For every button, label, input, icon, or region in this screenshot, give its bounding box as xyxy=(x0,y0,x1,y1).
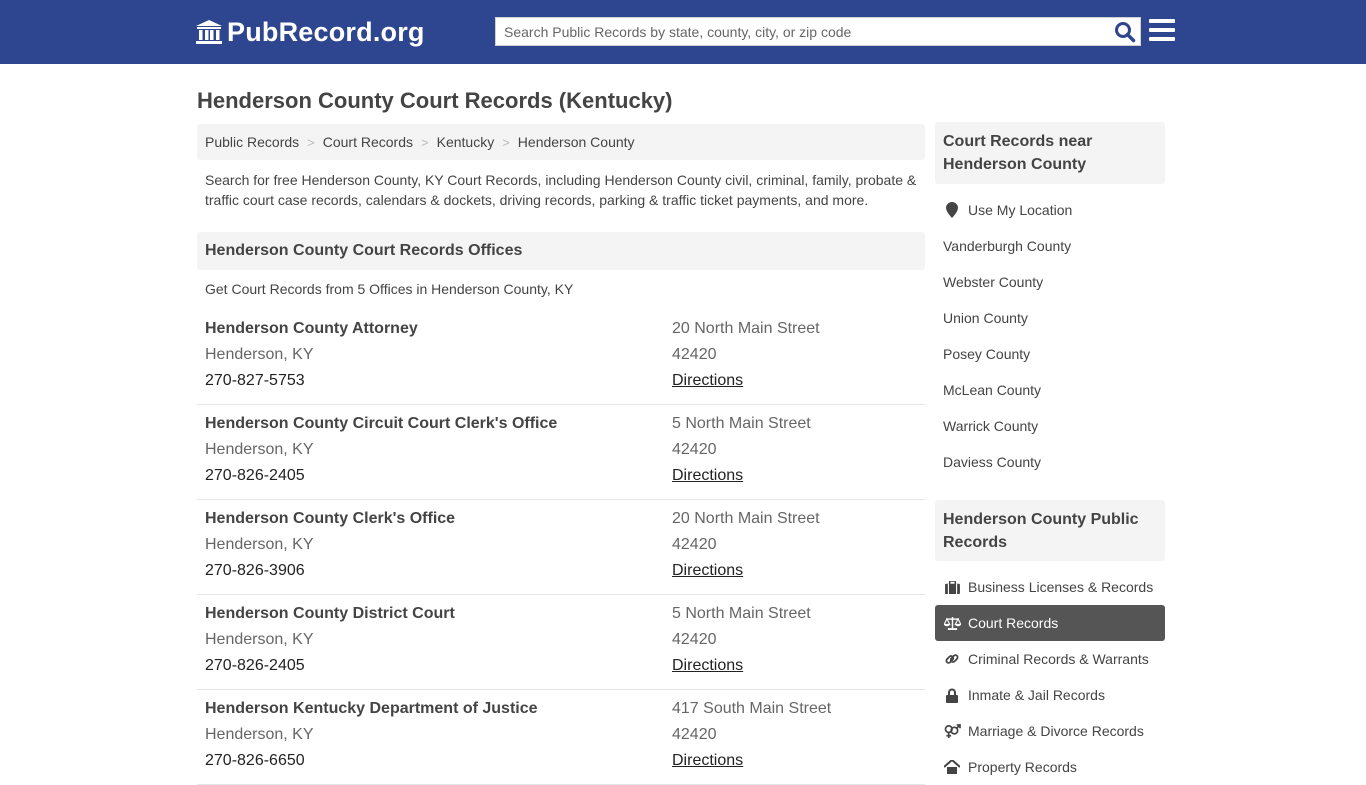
search-button[interactable] xyxy=(1114,21,1136,43)
office-city: Henderson, KY xyxy=(205,631,314,648)
breadcrumb-current: Henderson County xyxy=(517,134,635,150)
search-icon xyxy=(1115,22,1136,43)
nearby-county-link[interactable]: Webster County xyxy=(935,264,1165,300)
nearby-title: Court Records near Henderson County xyxy=(935,122,1165,184)
item-label: Marriage & Divorce Records xyxy=(968,723,1144,739)
public-records-property[interactable]: Property Records xyxy=(935,749,1165,785)
map-marker-icon xyxy=(943,202,961,218)
offices-section-title: Henderson County Court Records Offices xyxy=(197,232,925,270)
breadcrumb-court-records[interactable]: Court Records xyxy=(323,134,413,150)
public-records-marriage[interactable]: Marriage & Divorce Records xyxy=(935,713,1165,749)
menu-bar xyxy=(1149,37,1175,41)
logo-text: PubRecord.org xyxy=(227,16,425,47)
office-zip: 42420 xyxy=(672,536,717,553)
breadcrumb-public-records[interactable]: Public Records xyxy=(205,134,299,150)
nearby-county-link[interactable]: Warrick County xyxy=(935,408,1165,444)
nearby-county-link[interactable]: Daviess County xyxy=(935,444,1165,480)
top-navbar: PubRecord.org xyxy=(0,0,1366,64)
directions-link[interactable]: Directions xyxy=(672,752,743,770)
lock-icon xyxy=(943,687,961,703)
office-item: Henderson County Attorney Henderson, KY … xyxy=(197,310,925,405)
nearby-county-link[interactable]: McLean County xyxy=(935,372,1165,408)
item-label: Business Licenses & Records xyxy=(968,579,1154,595)
breadcrumb-separator: > xyxy=(307,134,315,150)
directions-link[interactable]: Directions xyxy=(672,372,743,390)
public-records-inmate[interactable]: Inmate & Jail Records xyxy=(935,677,1165,713)
office-address: 5 North Main Street xyxy=(672,605,811,622)
link-icon xyxy=(943,651,961,667)
menu-bar xyxy=(1149,28,1175,32)
office-name[interactable]: Henderson County District Court xyxy=(205,605,455,623)
home-icon xyxy=(943,759,961,775)
use-my-location-button[interactable]: Use My Location xyxy=(935,192,1165,228)
breadcrumb: Public Records > Court Records > Kentuck… xyxy=(197,124,925,160)
scales-icon xyxy=(943,615,961,631)
intro-text: Search for free Henderson County, KY Cou… xyxy=(205,172,917,208)
office-city: Henderson, KY xyxy=(205,441,314,458)
public-records-list: Business Licenses & Records Court Record… xyxy=(935,569,1165,785)
office-city: Henderson, KY xyxy=(205,536,314,553)
item-label: Criminal Records & Warrants xyxy=(968,651,1149,667)
search-input[interactable] xyxy=(496,18,1106,45)
briefcase-icon xyxy=(943,579,961,595)
offices-section-subtitle: Get Court Records from 5 Offices in Hend… xyxy=(205,281,574,297)
office-address: 20 North Main Street xyxy=(672,510,820,527)
office-item: Henderson County Circuit Court Clerk's O… xyxy=(197,405,925,500)
office-name[interactable]: Henderson County Attorney xyxy=(205,320,418,338)
nearby-county-link[interactable]: Union County xyxy=(935,300,1165,336)
nearby-list: Use My Location Vanderburgh County Webst… xyxy=(935,192,1165,480)
office-phone[interactable]: 270-827-5753 xyxy=(205,372,305,390)
nearby-county-link[interactable]: Posey County xyxy=(935,336,1165,372)
public-records-criminal[interactable]: Criminal Records & Warrants xyxy=(935,641,1165,677)
breadcrumb-kentucky[interactable]: Kentucky xyxy=(437,134,495,150)
directions-link[interactable]: Directions xyxy=(672,562,743,580)
nearby-county-link[interactable]: Vanderburgh County xyxy=(935,228,1165,264)
office-zip: 42420 xyxy=(672,346,717,363)
office-city: Henderson, KY xyxy=(205,346,314,363)
public-records-title: Henderson County Public Records xyxy=(935,500,1165,561)
menu-bar xyxy=(1149,19,1175,23)
office-item: Henderson County District Court Henderso… xyxy=(197,595,925,690)
breadcrumb-separator: > xyxy=(502,134,510,150)
public-records-court[interactable]: Court Records xyxy=(935,605,1165,641)
hamburger-menu-button[interactable] xyxy=(1149,19,1175,43)
office-phone[interactable]: 270-826-3906 xyxy=(205,562,305,580)
gender-icon xyxy=(943,723,961,739)
search-box xyxy=(495,17,1141,46)
office-zip: 42420 xyxy=(672,726,717,743)
public-records-business[interactable]: Business Licenses & Records xyxy=(935,569,1165,605)
office-name[interactable]: Henderson County Circuit Court Clerk's O… xyxy=(205,415,557,433)
office-address: 417 South Main Street xyxy=(672,700,832,717)
page-title: Henderson County Court Records (Kentucky… xyxy=(197,88,673,113)
site-logo[interactable]: PubRecord.org xyxy=(195,14,425,50)
office-name[interactable]: Henderson Kentucky Department of Justice xyxy=(205,700,538,718)
office-phone[interactable]: 270-826-6650 xyxy=(205,752,305,770)
directions-link[interactable]: Directions xyxy=(672,467,743,485)
item-label: Inmate & Jail Records xyxy=(968,687,1105,703)
office-item: Henderson County Clerk's Office Henderso… xyxy=(197,500,925,595)
offices-list: Henderson County Attorney Henderson, KY … xyxy=(197,310,925,785)
item-label: Court Records xyxy=(968,615,1059,631)
office-zip: 42420 xyxy=(672,441,717,458)
courthouse-icon xyxy=(196,20,222,44)
office-phone[interactable]: 270-826-2405 xyxy=(205,657,305,675)
use-my-location-label: Use My Location xyxy=(968,202,1073,218)
office-phone[interactable]: 270-826-2405 xyxy=(205,467,305,485)
office-address: 20 North Main Street xyxy=(672,320,820,337)
item-label: Property Records xyxy=(968,759,1077,775)
office-city: Henderson, KY xyxy=(205,726,314,743)
office-address: 5 North Main Street xyxy=(672,415,811,432)
directions-link[interactable]: Directions xyxy=(672,657,743,675)
breadcrumb-separator: > xyxy=(421,134,429,150)
office-name[interactable]: Henderson County Clerk's Office xyxy=(205,510,455,528)
office-zip: 42420 xyxy=(672,631,717,648)
office-item: Henderson Kentucky Department of Justice… xyxy=(197,690,925,785)
